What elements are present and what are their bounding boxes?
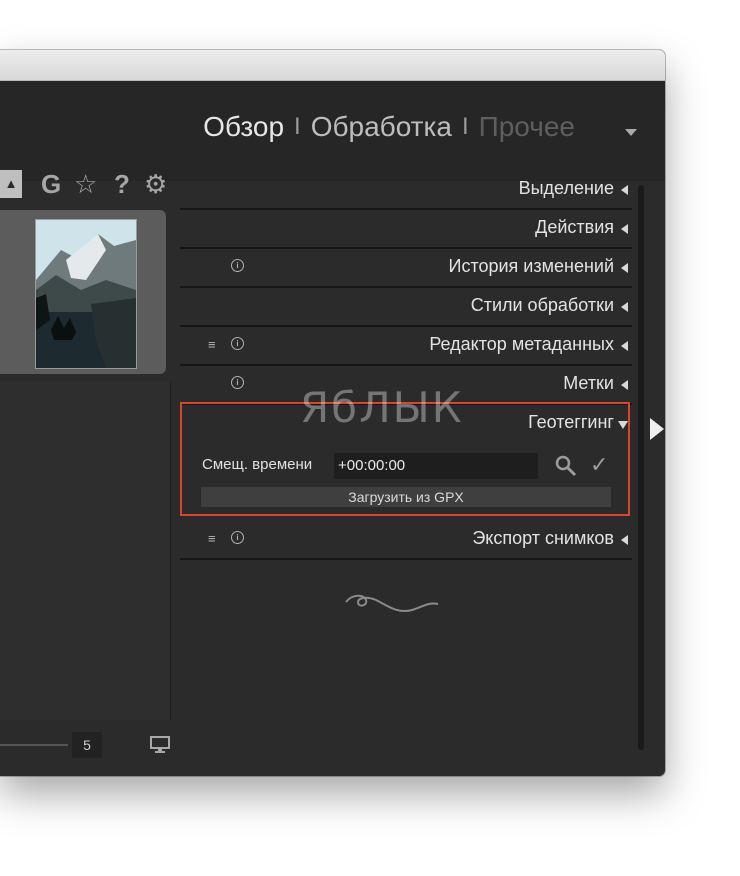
gear-icon[interactable]: ⚙ (144, 170, 167, 198)
zoom-slider[interactable] (0, 744, 68, 746)
left-toolbar: ▲ G ☆ ? ⚙ (0, 170, 175, 200)
panel-label: История изменений (448, 256, 615, 276)
apply-check-icon[interactable]: ✓ (590, 452, 608, 478)
module-other[interactable]: Прочее (479, 111, 575, 143)
panel-label: Редактор метаданных (429, 334, 614, 354)
panel-label: Экспорт снимков (472, 528, 614, 548)
collapse-left-icon (621, 185, 628, 195)
info-icon[interactable]: i (231, 259, 244, 272)
lighttable-area[interactable] (0, 382, 171, 720)
menu-icon[interactable]: ≡ (208, 337, 216, 352)
photo-thumbnail[interactable] (35, 219, 137, 369)
panel-label: Метки (563, 373, 614, 393)
collapse-left-icon (621, 380, 628, 390)
time-offset-label: Смещ. времени (202, 456, 313, 473)
module-lighttable[interactable]: Обзор (203, 111, 284, 143)
collapse-left-icon (621, 341, 628, 351)
watermark-logo: ЯбЛЫК (300, 383, 464, 432)
expanded-down-icon (618, 421, 628, 429)
panel-label: Действия (535, 217, 614, 237)
collapse-left-icon (621, 263, 628, 273)
panel-history[interactable]: i История изменений (180, 248, 632, 288)
collapse-left-icon (621, 302, 628, 312)
collapse-left-icon (621, 535, 628, 545)
thumbnails-per-row-input[interactable]: 5 (72, 732, 102, 758)
panel-label: Геотеггинг (528, 412, 614, 432)
question-icon[interactable]: ? (114, 170, 130, 198)
info-icon[interactable]: i (231, 376, 244, 389)
g-icon[interactable]: G (41, 170, 61, 198)
time-offset-input[interactable]: +00:00:00 (334, 453, 538, 479)
module-switcher: Обзор I Обработка I Прочее (203, 111, 575, 143)
thumbnail-cell[interactable] (0, 210, 166, 374)
triangle-up-icon[interactable]: ▲ (0, 170, 22, 198)
module-header: Обзор I Обработка I Прочее (0, 81, 665, 181)
monitor-icon[interactable] (150, 736, 170, 759)
load-gpx-button[interactable]: Загрузить из GPX (201, 487, 611, 507)
menu-icon[interactable]: ≡ (208, 531, 216, 546)
window-titlebar (0, 50, 665, 81)
search-icon[interactable] (555, 455, 577, 482)
info-icon[interactable]: i (231, 337, 244, 350)
panel-export[interactable]: ≡ i Экспорт снимков (180, 520, 632, 560)
panel-actions[interactable]: Действия (180, 209, 632, 249)
star-icon[interactable]: ☆ (74, 170, 97, 198)
module-separator: I (461, 113, 469, 140)
collapse-left-icon (621, 224, 628, 234)
panel-label: Выделение (518, 178, 614, 198)
panel-label: Стили обработки (470, 295, 614, 315)
chevron-down-icon[interactable] (625, 129, 637, 136)
panel-styles[interactable]: Стили обработки (180, 287, 632, 327)
panel-selection[interactable]: Выделение (180, 170, 632, 210)
module-separator: I (294, 113, 301, 140)
module-darkroom[interactable]: Обработка (311, 111, 452, 143)
right-panel-scrollbar[interactable] (638, 185, 644, 750)
mountain-lake-image (36, 220, 136, 368)
collapse-right-panel-icon[interactable] (650, 418, 664, 440)
panel-metadata-editor[interactable]: ≡ i Редактор метаданных (180, 326, 632, 366)
flourish-ornament (342, 588, 442, 625)
info-icon[interactable]: i (231, 531, 244, 544)
